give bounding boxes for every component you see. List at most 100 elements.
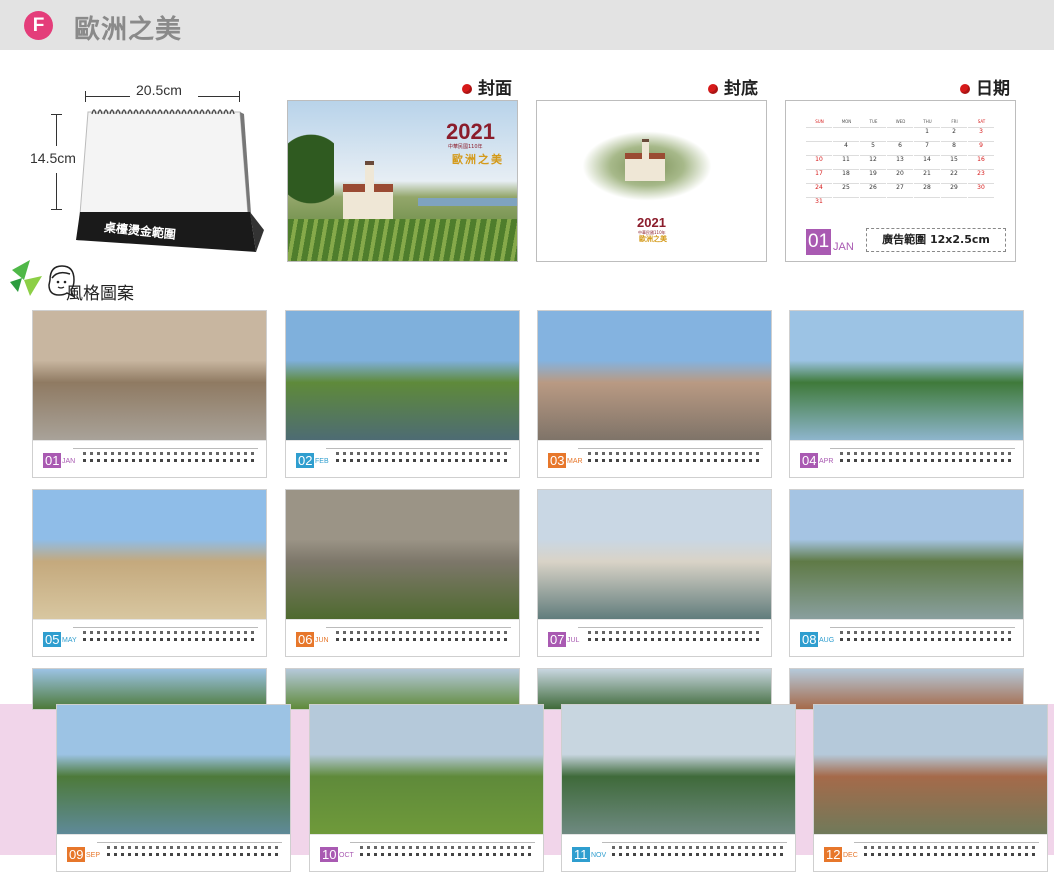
- page-title: 歐洲之美: [74, 15, 183, 45]
- month-tile: 05 MAY: [32, 489, 267, 657]
- month-name: MAR: [567, 458, 583, 465]
- day-cell: 10: [806, 155, 832, 169]
- day-cell: 19: [860, 169, 886, 183]
- month-strip: 07 JUL: [538, 619, 771, 656]
- month-name: JUN: [315, 637, 329, 644]
- month-photo: [57, 705, 290, 835]
- month-tile: 08 AUG: [789, 489, 1024, 657]
- month-name: AUG: [819, 637, 835, 644]
- day-cell: 25: [833, 183, 859, 197]
- weekday-label: SUN: [815, 119, 824, 124]
- month-day-row: [336, 631, 511, 645]
- month-number: 03: [548, 453, 567, 468]
- month-name: JUL: [567, 637, 580, 644]
- day-cell: [806, 127, 832, 141]
- month-name: FEB: [315, 458, 329, 465]
- month-photo: [33, 490, 266, 620]
- month-day-row: [588, 631, 763, 645]
- desk-calendar-diagram: 20.5cm 14.5cm 桌檯燙金範圍: [28, 78, 278, 258]
- day-cell: 12: [860, 155, 886, 169]
- day-cell: 4: [833, 141, 859, 155]
- month-photo: [790, 490, 1023, 620]
- back-cover-year: 2021: [637, 215, 666, 230]
- day-cell: [887, 127, 913, 141]
- day-cell: 31: [806, 197, 832, 211]
- month-strip: 02 FEB: [286, 440, 519, 477]
- month-strip: 06 JUN: [286, 619, 519, 656]
- day-cell: 14: [914, 155, 940, 169]
- month-day-row: [864, 846, 1039, 860]
- day-cell: 3: [968, 127, 994, 141]
- month-day-row: [588, 452, 763, 466]
- day-cell: 26: [860, 183, 886, 197]
- month-strip: 01 JAN: [33, 440, 266, 477]
- day-cell: 9: [968, 141, 994, 155]
- day-cell: 8: [941, 141, 967, 155]
- month-photo: [538, 311, 771, 441]
- month-tile: 07 JUL: [537, 489, 772, 657]
- day-cell: [968, 197, 994, 211]
- width-label: 20.5cm: [136, 82, 182, 98]
- date-month-name: JAN: [833, 241, 854, 253]
- height-dimension-line: [56, 114, 57, 146]
- weekday-label: SAT: [977, 119, 986, 124]
- day-cell: [860, 197, 886, 211]
- day-cell: 6: [887, 141, 913, 155]
- month-photo: [538, 490, 771, 620]
- month-number: 06: [296, 632, 315, 647]
- day-cell: 7: [914, 141, 940, 155]
- month-day-row: [83, 631, 258, 645]
- month-day-row: [840, 452, 1015, 466]
- month-tile: 02 FEB: [285, 310, 520, 478]
- front-cover-subtitle: 中華民國110年: [448, 144, 483, 150]
- month-tile: 06 JUN: [285, 489, 520, 657]
- date-month-number: 01: [806, 229, 832, 255]
- front-cover-title: 歐洲之美: [452, 153, 504, 166]
- date-page-card: SUN MON TUE WED THU FRI SAT 1 2 3 4 5 6 7 8 9 10 11 12 13 14…: [785, 100, 1016, 262]
- ad-area-box: 廣告範圍 12x2.5cm: [866, 228, 1006, 252]
- mini-calendar-grid: SUN MON TUE WED THU FRI SAT 1 2 3 4 5 6 7 8 9 10 11 12 13 14…: [806, 119, 998, 221]
- month-day-row: [612, 846, 787, 860]
- month-strip: 04 APR: [790, 440, 1023, 477]
- day-cell: [941, 197, 967, 211]
- day-cell: 13: [887, 155, 913, 169]
- back-cover-label: 封底: [708, 74, 758, 99]
- month-tile: 11 NOV: [561, 704, 796, 872]
- month-strip: 09 SEP: [57, 834, 290, 871]
- month-number: 02: [296, 453, 315, 468]
- weekday-label: TUE: [869, 119, 878, 124]
- month-photo: [310, 705, 543, 835]
- month-photo: [286, 490, 519, 620]
- month-number: 04: [800, 453, 819, 468]
- month-name: JAN: [62, 458, 76, 465]
- month-photo: [814, 705, 1047, 835]
- day-cell: [833, 127, 859, 141]
- day-cell: 5: [860, 141, 886, 155]
- day-cell: [806, 141, 832, 155]
- month-strip: 08 AUG: [790, 619, 1023, 656]
- date-page-label: 日期: [960, 74, 1010, 99]
- month-day-row: [107, 846, 282, 860]
- month-day-row: [840, 631, 1015, 645]
- day-cell: 1: [914, 127, 940, 141]
- weekday-label: MON: [841, 119, 852, 124]
- month-tile: 10 OCT: [309, 704, 544, 872]
- month-tile: 09 SEP: [56, 704, 291, 872]
- back-cover-title: 歐洲之美: [639, 234, 667, 243]
- month-tile: 12 DEC: [813, 704, 1048, 872]
- month-tile: 03 MAR: [537, 310, 772, 478]
- day-cell: 29: [941, 183, 967, 197]
- month-name: NOV: [591, 852, 607, 859]
- month-number: 05: [43, 632, 62, 647]
- month-day-row: [83, 452, 258, 466]
- month-strip: 11 NOV: [562, 834, 795, 871]
- bullet-dot-icon: [960, 84, 970, 94]
- day-cell: 23: [968, 169, 994, 183]
- leaf-arrow-icon: [10, 260, 42, 296]
- day-cell: [887, 197, 913, 211]
- month-tile: 04 APR: [789, 310, 1024, 478]
- day-cell: 17: [806, 169, 832, 183]
- month-photo: [33, 311, 266, 441]
- header-badge: F: [24, 11, 53, 40]
- month-tile: 01 JAN: [32, 310, 267, 478]
